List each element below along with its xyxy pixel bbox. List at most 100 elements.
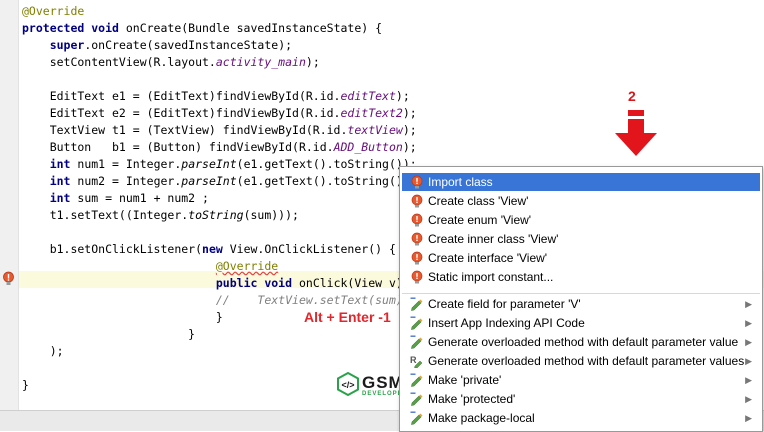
code-token: } xyxy=(22,378,29,392)
code-token: @Override xyxy=(215,259,279,273)
menu-item-label: Make 'private' xyxy=(428,373,502,387)
code-token: activity_main xyxy=(215,55,306,69)
submenu-arrow-icon: ▶ xyxy=(745,318,752,328)
code-line[interactable]: protected void onCreate(Bundle savedInst… xyxy=(22,20,382,37)
code-line[interactable]: } xyxy=(22,326,195,343)
menu-item-label: Import class xyxy=(428,175,493,189)
code-line[interactable]: } xyxy=(22,377,29,394)
code-line[interactable]: int num1 = Integer.parseInt(e1.getText()… xyxy=(22,156,417,173)
code-token: int xyxy=(49,174,78,188)
menu-item-label: Generate overloaded method with default … xyxy=(428,335,739,349)
menu-item-label: Create enum 'View' xyxy=(428,213,532,227)
code-line[interactable]: @Override xyxy=(22,258,278,275)
menu-item[interactable]: R Generate overloaded method with default… xyxy=(402,352,760,370)
code-token: super xyxy=(49,38,85,52)
menu-separator xyxy=(402,293,760,294)
bulb-icon xyxy=(410,270,424,284)
menu-item[interactable]: Import class xyxy=(402,173,760,191)
code-line[interactable]: Button b1 = (Button) findViewById(R.id.A… xyxy=(22,139,417,156)
code-token: num1 = Integer. xyxy=(77,157,182,171)
red-down-arrow-icon xyxy=(615,110,657,156)
code-line[interactable]: setContentView(R.layout.activity_main); xyxy=(22,54,320,71)
code-line[interactable]: t1.setText((Integer.toString(sum))); xyxy=(22,207,299,224)
code-token: ADD_Button xyxy=(333,140,403,154)
menu-item[interactable]: Make 'private' ▶ xyxy=(402,371,760,389)
code-line[interactable]: EditText e1 = (EditText)findViewById(R.i… xyxy=(22,88,410,105)
code-line[interactable]: int num2 = Integer.parseInt(e1.getText()… xyxy=(22,173,417,190)
bulb-icon xyxy=(410,175,424,189)
code-token: EditText e2 = (EditText)findViewById(R.i… xyxy=(22,106,341,120)
menu-item[interactable]: Make package-local ▶ xyxy=(402,409,760,427)
menu-item-label: Create class 'View' xyxy=(428,194,529,208)
menu-item[interactable]: Make 'protected' ▶ xyxy=(402,390,760,408)
menu-item[interactable]: Generate overloaded method with default … xyxy=(402,333,760,351)
intention-actions-popup[interactable]: Import class Create class 'View' Create en… xyxy=(399,166,763,432)
code-line[interactable]: } xyxy=(22,309,223,326)
menu-item[interactable]: Insert App Indexing API Code ▶ xyxy=(402,314,760,332)
submenu-arrow-icon: ▶ xyxy=(745,394,752,404)
menu-item-label: Create interface 'View' xyxy=(428,251,548,265)
editor-gutter xyxy=(0,0,19,410)
menu-item-label: Create inner class 'View' xyxy=(428,232,559,246)
code-line[interactable]: // TextView.setText(sum); xyxy=(22,292,410,309)
code-line[interactable]: TextView t1 = (TextView) findViewById(R.… xyxy=(22,122,417,139)
code-line[interactable]: int sum = num1 + num2 ; xyxy=(22,190,209,207)
code-token: } xyxy=(22,310,223,324)
code-token: t1.setText((Integer. xyxy=(22,208,189,222)
pencil-icon xyxy=(410,373,424,387)
code-token: ); xyxy=(305,55,320,69)
step-2-label: 2 xyxy=(628,88,636,104)
code-token: int xyxy=(49,157,78,171)
code-token: onCreate(Bundle savedInstanceState) { xyxy=(125,21,383,35)
code-line[interactable]: ); xyxy=(22,343,64,360)
code-token: ); xyxy=(395,89,410,103)
bulb-icon xyxy=(410,213,424,227)
code-token: b1.setOnClickListener( xyxy=(22,242,203,256)
code-token: ); xyxy=(402,123,417,137)
submenu-arrow-icon: ▶ xyxy=(745,356,752,366)
refactor-icon: R xyxy=(410,354,424,369)
pencil-icon xyxy=(410,297,424,311)
menu-item[interactable]: Create field for parameter 'V' ▶ xyxy=(402,295,760,313)
code-token: setContentView(R.layout. xyxy=(22,55,216,69)
code-token: @Override xyxy=(22,4,85,18)
pencil-icon xyxy=(410,335,424,349)
code-token: new xyxy=(202,242,230,256)
code-token: textView xyxy=(347,123,403,137)
code-token: parseInt xyxy=(181,174,237,188)
submenu-arrow-icon: ▶ xyxy=(745,299,752,309)
code-line[interactable]: super.onCreate(savedInstanceState); xyxy=(22,37,292,54)
code-line[interactable]: @Override xyxy=(22,3,84,20)
menu-item[interactable]: Create class 'View' xyxy=(402,192,760,210)
menu-item-label: Generate overloaded method with default … xyxy=(428,354,745,368)
code-line[interactable]: b1.setOnClickListener(new View.OnClickLi… xyxy=(22,241,396,258)
code-token: sum = num1 + num2 ; xyxy=(77,191,209,205)
submenu-arrow-icon: ▶ xyxy=(745,375,752,385)
menu-item-label: Static import constant... xyxy=(428,270,554,284)
menu-item[interactable]: Create enum 'View' xyxy=(402,211,760,229)
code-token: editText2 xyxy=(340,106,403,120)
svg-text:R: R xyxy=(410,355,417,365)
code-token: (sum))); xyxy=(243,208,299,222)
code-token: ); xyxy=(402,140,417,154)
code-token: .onCreate(savedInstanceState); xyxy=(84,38,293,52)
code-token: ); xyxy=(22,344,64,358)
bulb-icon xyxy=(410,232,424,246)
logo-name: GSM xyxy=(362,373,404,392)
pencil-icon xyxy=(410,392,424,406)
svg-text:</>: </> xyxy=(341,380,354,390)
bulb-icon xyxy=(410,194,424,208)
menu-item-label: Insert App Indexing API Code xyxy=(428,316,585,330)
pencil-icon xyxy=(410,411,424,425)
menu-item[interactable]: Create inner class 'View' xyxy=(402,230,760,248)
code-line[interactable]: EditText e2 = (EditText)findViewById(R.i… xyxy=(22,105,417,122)
menu-item[interactable]: Create interface 'View' xyxy=(402,249,760,267)
code-line[interactable]: public void onClick(View v) { xyxy=(22,275,417,292)
code-token: View.OnClickListener() { xyxy=(229,242,396,256)
menu-item[interactable]: Static import constant... xyxy=(402,268,760,286)
intention-bulb-icon[interactable] xyxy=(2,271,15,287)
code-token: Button b1 = (Button) findViewById(R.id. xyxy=(22,140,334,154)
